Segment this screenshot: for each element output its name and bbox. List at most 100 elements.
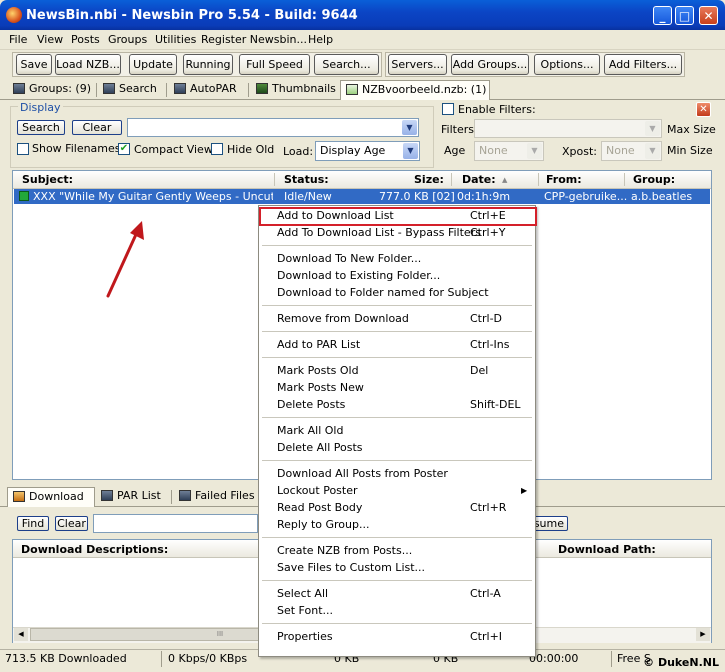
- full-speed-button[interactable]: Full Speed: [239, 54, 310, 75]
- status-divider: [611, 651, 612, 667]
- context-menu-item[interactable]: Mark Posts New: [277, 381, 364, 394]
- download-clear-button[interactable]: Clear: [55, 516, 88, 531]
- scroll-left-icon[interactable]: ◀: [14, 628, 28, 641]
- column-divider[interactable]: [274, 173, 275, 186]
- column-status[interactable]: Status:: [284, 173, 329, 186]
- row-group: a.b.beatles: [631, 190, 693, 203]
- menu-posts[interactable]: Posts: [71, 33, 100, 46]
- context-menu-item[interactable]: Lockout Poster: [277, 484, 358, 497]
- tab-thumbnails-label: Thumbnails: [272, 82, 336, 95]
- context-menu-item[interactable]: Download to Existing Folder...: [277, 269, 440, 282]
- context-menu-item[interactable]: Download All Posts from Poster: [277, 467, 448, 480]
- context-menu-separator: [262, 417, 532, 418]
- column-divider[interactable]: [451, 173, 452, 186]
- sort-ascending-icon: ▲: [502, 176, 508, 184]
- column-divider[interactable]: [538, 173, 539, 186]
- submenu-arrow-icon: ▶: [521, 486, 528, 495]
- chevron-down-icon[interactable]: ▼: [403, 143, 418, 159]
- row-status: Idle/New: [284, 190, 332, 203]
- column-divider[interactable]: [624, 173, 625, 186]
- tab-search[interactable]: Search: [103, 80, 157, 100]
- context-menu-item[interactable]: Mark All Old: [277, 424, 343, 437]
- compact-view-label: Compact View: [134, 143, 213, 156]
- column-group[interactable]: Group:: [633, 173, 675, 186]
- scroll-right-icon[interactable]: ▶: [696, 628, 710, 641]
- context-menu-item[interactable]: Mark Posts Old: [277, 364, 359, 377]
- tab-thumbnails[interactable]: Thumbnails: [256, 80, 336, 100]
- context-menu-item[interactable]: Read Post Body: [277, 501, 362, 514]
- context-menu-separator: [262, 460, 532, 461]
- context-menu-item[interactable]: Save Files to Custom List...: [277, 561, 425, 574]
- close-button[interactable]: ✕: [699, 6, 718, 25]
- filters-dropdown[interactable]: ▼: [474, 119, 662, 138]
- display-clear-button[interactable]: Clear: [72, 120, 122, 135]
- options-button[interactable]: Options...: [534, 54, 600, 75]
- search-button[interactable]: Search...: [314, 54, 379, 75]
- context-menu-item[interactable]: Delete Posts: [277, 398, 345, 411]
- context-menu-shortcut: Shift-DEL: [470, 398, 521, 411]
- age-label: Age: [444, 144, 466, 157]
- context-menu-separator: [262, 580, 532, 581]
- tab-autopar[interactable]: AutoPAR: [174, 80, 237, 100]
- add-filters-button[interactable]: Add Filters...: [604, 54, 682, 75]
- column-date[interactable]: Date:: [462, 173, 496, 186]
- context-menu-item[interactable]: Properties: [277, 630, 333, 643]
- tab-divider: [166, 83, 167, 97]
- column-from[interactable]: From:: [546, 173, 582, 186]
- load-dropdown[interactable]: Display Age ▼: [315, 141, 420, 161]
- show-filenames-checkbox[interactable]: [17, 143, 29, 155]
- column-download-descriptions[interactable]: Download Descriptions:: [21, 543, 168, 556]
- chevron-down-icon[interactable]: ▼: [402, 120, 417, 135]
- tab-groups[interactable]: Groups: (9): [13, 80, 91, 100]
- annotation-arrow: [106, 221, 144, 298]
- column-size[interactable]: Size:: [414, 173, 444, 186]
- tab-download[interactable]: Download: [7, 487, 95, 507]
- running-button[interactable]: Running: [183, 54, 233, 75]
- tab-par-list[interactable]: PAR List: [101, 487, 161, 507]
- column-download-path[interactable]: Download Path:: [558, 543, 656, 556]
- tab-failed-files[interactable]: Failed Files: [179, 487, 255, 507]
- context-menu-item[interactable]: Select All: [277, 587, 328, 600]
- save-button[interactable]: Save: [16, 54, 52, 75]
- update-button[interactable]: Update: [129, 54, 177, 75]
- context-menu-item[interactable]: Remove from Download: [277, 312, 409, 325]
- context-menu-item[interactable]: Add to PAR List: [277, 338, 360, 351]
- xpost-dropdown[interactable]: None ▼: [601, 141, 662, 161]
- context-menu-item[interactable]: Delete All Posts: [277, 441, 363, 454]
- minimize-button[interactable]: _: [653, 6, 672, 25]
- compact-view-checkbox[interactable]: ✔: [118, 143, 130, 155]
- enable-filters-checkbox[interactable]: [442, 103, 454, 115]
- xpost-label: Xpost:: [562, 145, 597, 158]
- menu-register[interactable]: Register Newsbin...: [201, 33, 307, 46]
- enable-filters-label: Enable Filters:: [458, 103, 536, 116]
- menu-view[interactable]: View: [37, 33, 63, 46]
- maximize-button[interactable]: □: [675, 6, 694, 25]
- context-menu-item[interactable]: Create NZB from Posts...: [277, 544, 412, 557]
- menu-groups[interactable]: Groups: [108, 33, 147, 46]
- context-menu-item[interactable]: Reply to Group...: [277, 518, 369, 531]
- context-menu-item[interactable]: Download to Folder named for Subject: [277, 286, 489, 299]
- menu-utilities[interactable]: Utilities: [155, 33, 196, 46]
- display-search-input[interactable]: ▼: [127, 118, 419, 137]
- display-search-button[interactable]: Search: [17, 120, 65, 135]
- column-subject[interactable]: Subject:: [22, 173, 73, 186]
- menu-file[interactable]: File: [9, 33, 27, 46]
- post-status-icon: [19, 191, 29, 201]
- servers-button[interactable]: Servers...: [388, 54, 447, 75]
- download-find-input[interactable]: [93, 514, 258, 533]
- context-menu-item[interactable]: Set Font...: [277, 604, 333, 617]
- hide-old-checkbox[interactable]: [211, 143, 223, 155]
- hide-old-label: Hide Old: [227, 143, 275, 156]
- load-label: Load:: [283, 145, 314, 158]
- load-dropdown-value: Display Age: [320, 144, 386, 157]
- thumbnails-icon: [256, 83, 268, 94]
- add-groups-button[interactable]: Add Groups...: [451, 54, 529, 75]
- age-dropdown[interactable]: None ▼: [474, 141, 544, 161]
- find-button[interactable]: Find: [17, 516, 49, 531]
- tab-nzb-file[interactable]: NZBvoorbeeld.nzb: (1): [340, 80, 490, 100]
- context-menu-item[interactable]: Download To New Folder...: [277, 252, 421, 265]
- load-nzb-button[interactable]: Load NZB...: [55, 54, 121, 75]
- context-menu-item[interactable]: Add To Download List - Bypass Filters: [277, 226, 481, 239]
- menu-help[interactable]: Help: [308, 33, 333, 46]
- close-filters-icon[interactable]: ✕: [696, 102, 711, 117]
